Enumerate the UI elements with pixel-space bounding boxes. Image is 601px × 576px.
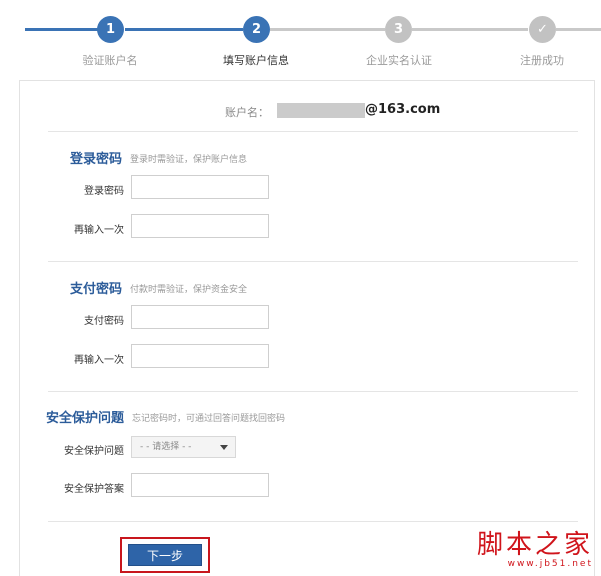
divider [48,391,578,392]
step-3-circle: 3 [385,16,412,43]
next-button-highlight: 下一步 [120,537,210,573]
progress-steps: 1 2 3 ✓ 验证账户名 填写账户信息 企业实名认证 注册成功 [0,0,601,78]
step-connector [270,28,385,31]
pay-password-label: 支付密码 [84,316,124,327]
watermark-logo: 脚本之家 [476,530,593,560]
step-2-label: 填写账户信息 [223,54,289,67]
login-password-input[interactable] [131,175,269,199]
watermark: 脚本之家 www.jb51.net [477,524,593,569]
form-panel: 账户名： @163.com 登录密码 登录时需验证，保护账户信息 登录密码 再输… [19,80,595,576]
step-4-label: 注册成功 [520,54,564,67]
next-step-button[interactable]: 下一步 [128,544,202,566]
chevron-down-icon [220,445,228,450]
security-question-label: 安全保护问题 [64,446,124,457]
login-password-confirm-input[interactable] [131,214,269,238]
step-1-circle: 1 [97,16,124,43]
step-connector [125,28,243,31]
step-connector [412,28,528,31]
pay-password-confirm-label: 再输入一次 [74,355,124,366]
account-label: 账户名： [225,106,269,119]
security-question-select[interactable]: - - 请选择 - - [131,436,236,458]
pay-password-input[interactable] [131,305,269,329]
security-answer-input[interactable] [131,473,269,497]
divider [48,131,578,132]
pay-password-title: 支付密码 [70,282,123,297]
pay-password-confirm-input[interactable] [131,344,269,368]
login-password-title: 登录密码 [70,152,123,167]
account-domain: @163.com [365,102,441,117]
security-question-title: 安全保护问题 [46,411,125,426]
login-password-label: 登录密码 [84,186,124,197]
divider [48,261,578,262]
security-question-hint: 忘记密码时，可通过回答问题找回密码 [132,414,286,424]
security-answer-label: 安全保护答案 [64,484,124,495]
security-question-selected: - - 请选择 - - [140,442,192,452]
pay-password-hint: 付款时需验证，保护资金安全 [130,285,248,295]
login-password-confirm-label: 再输入一次 [74,225,124,236]
step-3-label: 企业实名认证 [366,54,432,67]
login-password-hint: 登录时需验证，保护账户信息 [130,155,248,165]
step-connector [556,28,601,31]
step-1-label: 验证账户名 [82,54,138,67]
step-4-check-icon: ✓ [529,16,556,43]
step-2-circle: 2 [243,16,270,43]
account-name-redacted [277,103,365,118]
divider [48,521,578,522]
